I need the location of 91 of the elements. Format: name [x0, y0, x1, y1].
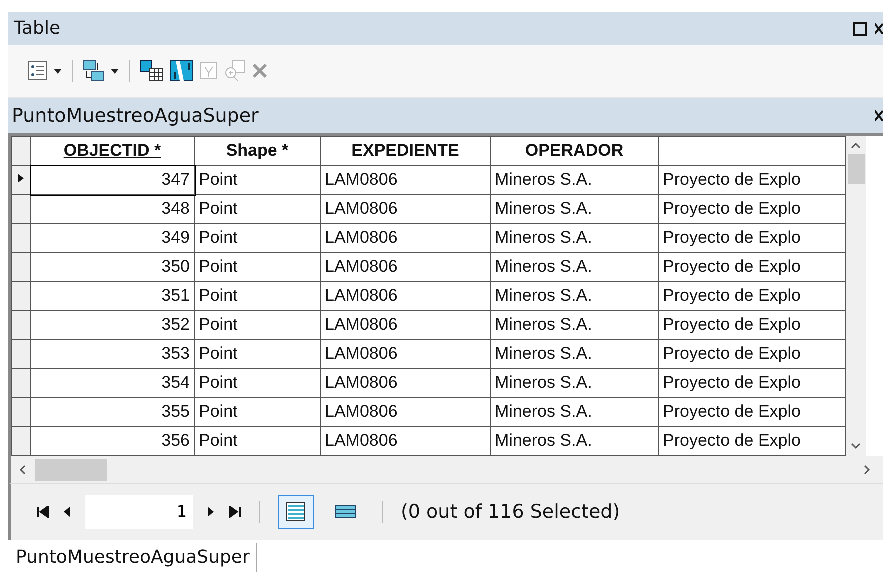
- current-row-icon: [18, 174, 24, 184]
- table-cell: LAM0806: [320, 398, 490, 427]
- table-cell: LAM0806: [320, 340, 490, 369]
- row-selector[interactable]: [12, 252, 30, 282]
- table-cell: Mineros S.A.: [490, 368, 658, 398]
- vertical-scrollbar[interactable]: [846, 136, 866, 456]
- table-cell: LAM0806: [320, 224, 490, 253]
- first-record-icon[interactable]: [37, 506, 49, 518]
- table-cell: Point: [194, 310, 320, 340]
- next-record-icon[interactable]: [207, 506, 215, 518]
- table-cell: Proyecto de Explo: [658, 310, 846, 340]
- last-record-icon[interactable]: [229, 506, 241, 518]
- scroll-left-icon[interactable]: [19, 464, 27, 475]
- row-selector[interactable]: [12, 194, 30, 224]
- horizontal-scrollbar[interactable]: [8, 456, 883, 484]
- row-selector[interactable]: [12, 224, 30, 253]
- table-cell: LAM0806: [320, 282, 490, 311]
- table-rows-icon: [285, 500, 307, 523]
- column-header[interactable]: OBJECTID *: [30, 136, 194, 166]
- scroll-up-icon[interactable]: [851, 142, 861, 150]
- column-header[interactable]: OPERADOR: [490, 136, 658, 166]
- table-cell: 355: [30, 398, 194, 427]
- table-cell: LAM0806: [320, 194, 490, 224]
- delete-icon[interactable]: [252, 63, 268, 80]
- table-cell: 354: [30, 368, 194, 398]
- row-selector[interactable]: [12, 310, 30, 340]
- table-cell: 352: [30, 310, 194, 340]
- row-selector[interactable]: [12, 166, 30, 195]
- scroll-right-icon[interactable]: [863, 464, 871, 475]
- table-cell: 350: [30, 252, 194, 282]
- column-header[interactable]: Shape *: [194, 136, 320, 166]
- table-cell: Proyecto de Explo: [658, 340, 846, 369]
- select-by-attributes-icon[interactable]: [140, 60, 164, 82]
- table-cell: LAM0806: [320, 252, 490, 282]
- table-cell: Point: [194, 368, 320, 398]
- table-cell: Proyecto de Explo: [658, 368, 846, 398]
- maximize-icon[interactable]: [853, 22, 867, 36]
- table-cell: Mineros S.A.: [490, 310, 658, 340]
- previous-record-icon[interactable]: [63, 506, 71, 518]
- table-cell: LAM0806: [320, 310, 490, 340]
- row-selector[interactable]: [12, 340, 30, 369]
- window-title: Table: [14, 18, 61, 40]
- related-tables-icon[interactable]: [83, 60, 105, 82]
- table-cell: LAM0806: [320, 368, 490, 398]
- table-cell: Mineros S.A.: [490, 340, 658, 369]
- table-cell: Point: [194, 340, 320, 369]
- selection-status: (0 out of 116 Selected): [401, 500, 620, 523]
- selected-rows-icon: [335, 504, 357, 520]
- table-name: PuntoMuestreoAguaSuper: [12, 104, 259, 127]
- table-cell: 348: [30, 194, 194, 224]
- table-cell: Proyecto de Explo: [658, 282, 846, 311]
- table-cell: Point: [194, 252, 320, 282]
- caret-icon[interactable]: [111, 68, 119, 74]
- table-cell: Point: [194, 194, 320, 224]
- row-selector[interactable]: [12, 398, 30, 427]
- row-selector[interactable]: [12, 282, 30, 311]
- table-cell: Mineros S.A.: [490, 282, 658, 311]
- table-cell: Mineros S.A.: [490, 224, 658, 253]
- table-cell: Point: [194, 166, 320, 195]
- table-cell: Proyecto de Explo: [658, 166, 846, 195]
- table-cell: Mineros S.A.: [490, 194, 658, 224]
- table-cell: Proyecto de Explo: [658, 398, 846, 427]
- table-options-icon[interactable]: [28, 61, 48, 82]
- row-selector[interactable]: [12, 426, 30, 456]
- table-cell: Point: [194, 224, 320, 253]
- table-cell: 351: [30, 282, 194, 311]
- record-number-field[interactable]: 1: [85, 494, 193, 529]
- table-cell: Proyecto de Explo: [658, 194, 846, 224]
- table-cell: Proyecto de Explo: [658, 224, 846, 253]
- show-all-records-button[interactable]: [278, 494, 314, 529]
- table-cell: Mineros S.A.: [490, 252, 658, 282]
- scrollbar-thumb[interactable]: [35, 458, 107, 481]
- table-cell: LAM0806: [320, 166, 490, 195]
- close-icon[interactable]: [875, 108, 883, 123]
- column-header[interactable]: [658, 136, 846, 166]
- row-selector[interactable]: [12, 368, 30, 398]
- scroll-down-icon[interactable]: [851, 442, 861, 450]
- table-cell: Proyecto de Explo: [658, 252, 846, 282]
- close-icon[interactable]: [875, 22, 883, 36]
- scrollbar-thumb[interactable]: [848, 154, 864, 184]
- table-cell: 353: [30, 340, 194, 369]
- table-cell: Point: [194, 282, 320, 311]
- table-cell: Mineros S.A.: [490, 398, 658, 427]
- switch-selection-icon[interactable]: [170, 59, 194, 84]
- corner-cell: [12, 136, 30, 166]
- table-cell: Mineros S.A.: [490, 166, 658, 195]
- table-cell: 349: [30, 224, 194, 253]
- table-cell: Point: [194, 398, 320, 427]
- column-header[interactable]: EXPEDIENTE: [320, 136, 490, 166]
- caret-icon[interactable]: [54, 68, 62, 74]
- table-cell: 347: [30, 166, 194, 195]
